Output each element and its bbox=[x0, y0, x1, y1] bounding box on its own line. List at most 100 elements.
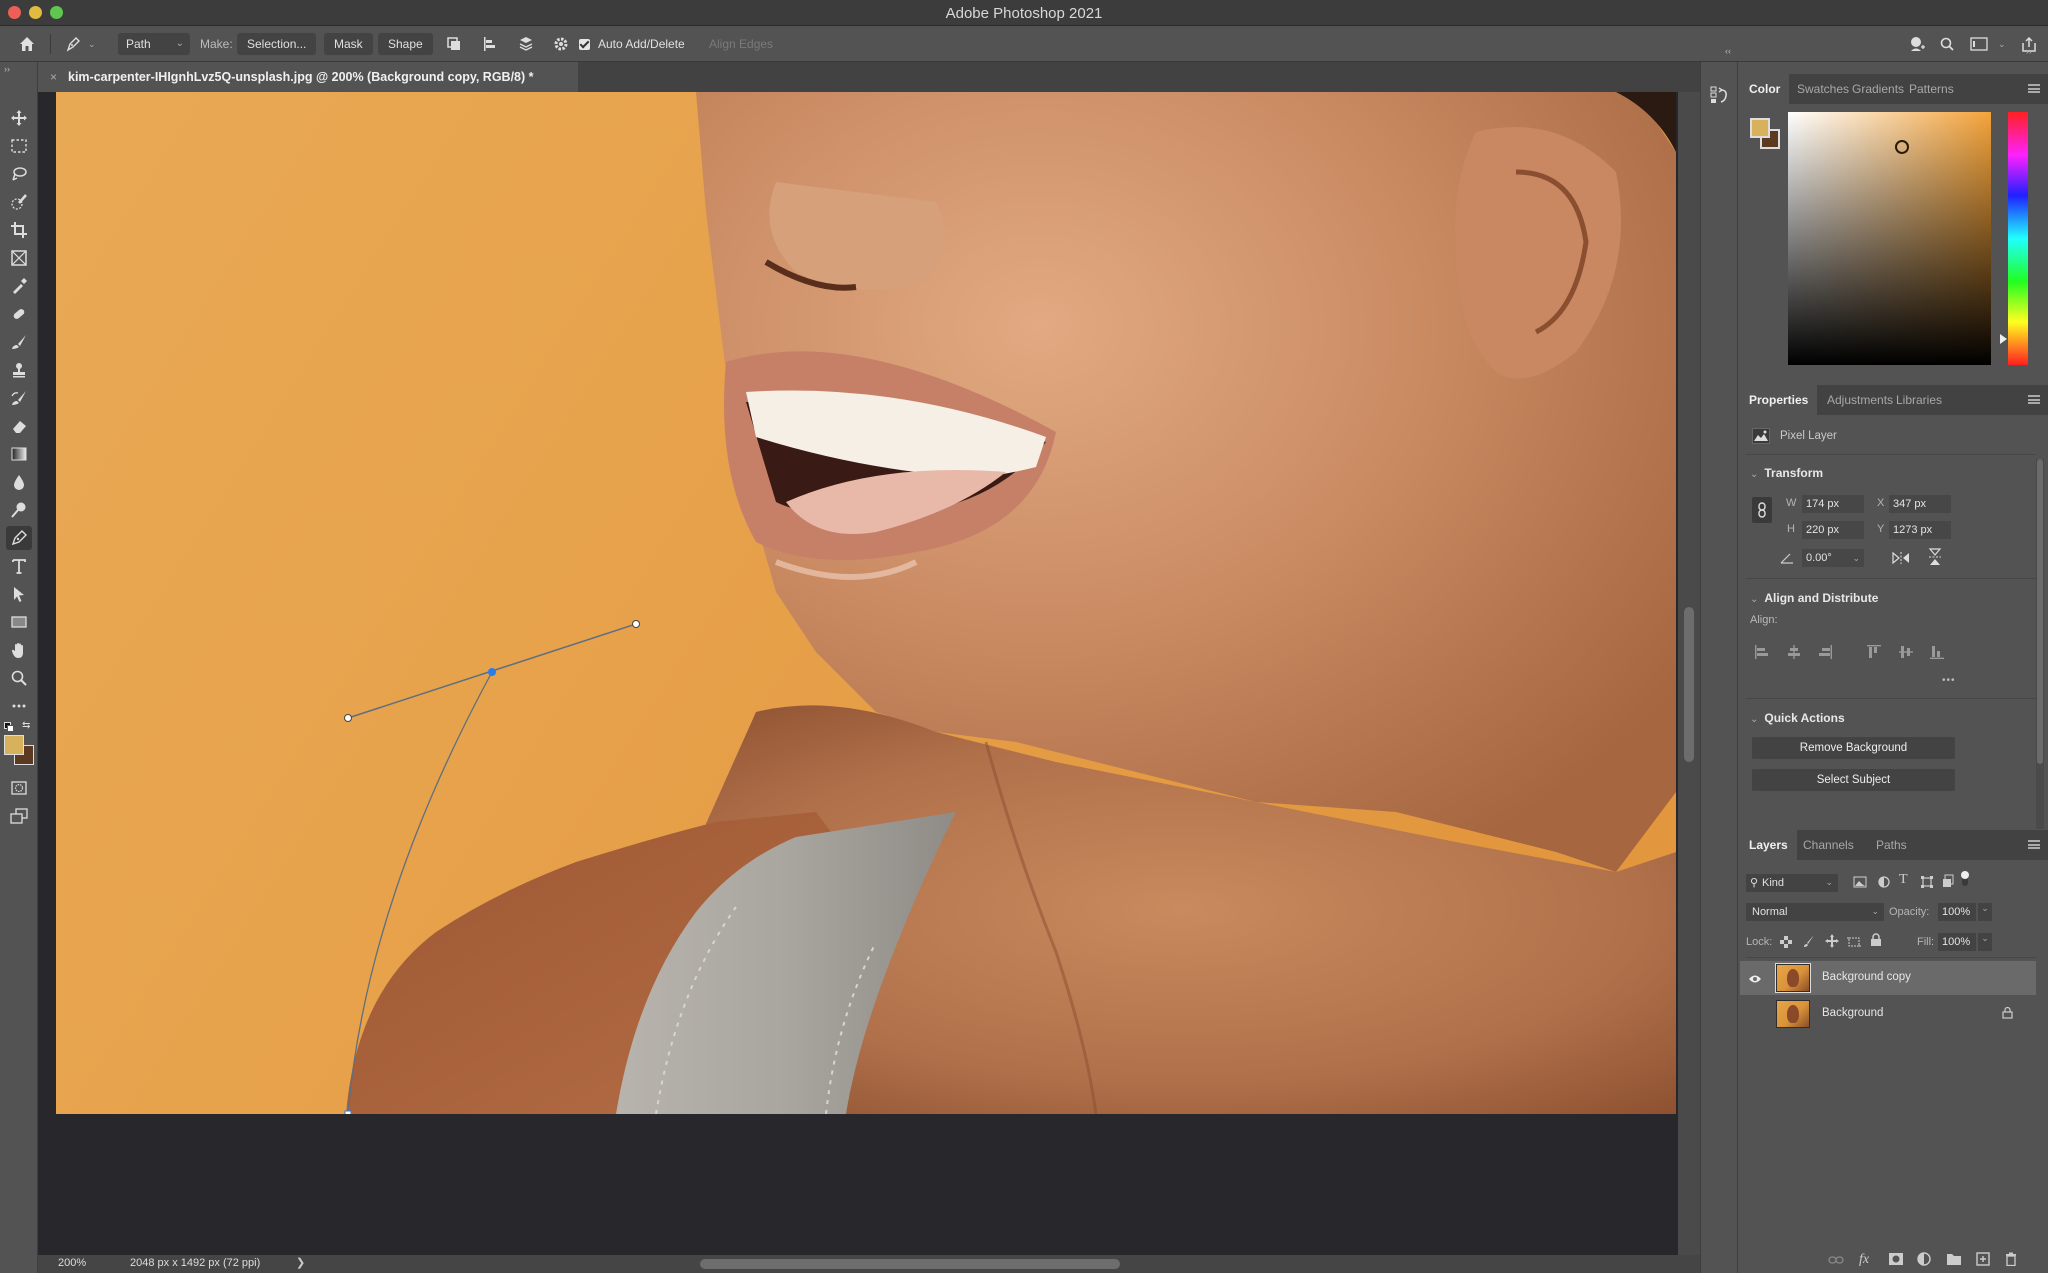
quick-selection-tool-icon[interactable] bbox=[6, 190, 32, 214]
link-dimensions-button[interactable] bbox=[1752, 497, 1772, 523]
tab-patterns[interactable]: Patterns bbox=[1900, 74, 1963, 104]
more-tools-icon[interactable] bbox=[6, 694, 32, 718]
horizontal-scroll-thumb[interactable] bbox=[700, 1259, 1120, 1269]
path-arrangement-icon[interactable] bbox=[515, 33, 537, 55]
select-subject-button[interactable]: Select Subject bbox=[1752, 769, 1955, 791]
type-tool-icon[interactable] bbox=[6, 554, 32, 578]
align-top-edges-icon[interactable] bbox=[1866, 644, 1882, 660]
color-swatches[interactable] bbox=[4, 735, 34, 765]
document-tab[interactable]: × kim-carpenter-IHIgnhLvz5Q-unsplash.jpg… bbox=[38, 62, 578, 92]
filter-type-icon[interactable]: T bbox=[1899, 872, 1908, 888]
color-picker-handle[interactable] bbox=[1895, 140, 1909, 154]
lock-all-icon[interactable] bbox=[1870, 933, 1882, 952]
path-operations-icon[interactable] bbox=[443, 33, 465, 55]
vertical-scrollbar[interactable] bbox=[1678, 92, 1700, 1255]
fill-dropdown-chevron-icon[interactable]: ⌄ bbox=[1978, 933, 1992, 951]
remove-background-button[interactable]: Remove Background bbox=[1752, 737, 1955, 759]
close-tab-icon[interactable]: × bbox=[50, 70, 57, 84]
link-layers-icon[interactable] bbox=[1828, 1252, 1844, 1268]
opacity-input[interactable]: 100% bbox=[1938, 903, 1976, 921]
default-colors-icon[interactable] bbox=[4, 722, 14, 732]
tab-paths[interactable]: Paths bbox=[1867, 830, 1916, 860]
align-section-header[interactable]: ⌄ Align and Distribute bbox=[1750, 591, 1878, 605]
status-info-menu-icon[interactable]: ❯ bbox=[296, 1256, 305, 1269]
quick-mask-icon[interactable] bbox=[6, 776, 32, 800]
lock-position-icon[interactable] bbox=[1825, 934, 1839, 953]
filter-toggle-icon[interactable] bbox=[1960, 870, 1970, 893]
rectangle-tool-icon[interactable] bbox=[6, 610, 32, 634]
healing-brush-tool-icon[interactable] bbox=[6, 302, 32, 326]
opacity-dropdown-chevron-icon[interactable]: ⌄ bbox=[1978, 903, 1992, 921]
share-user-icon[interactable] bbox=[1906, 33, 1928, 55]
marquee-tool-icon[interactable] bbox=[6, 134, 32, 158]
home-icon[interactable] bbox=[16, 33, 38, 55]
make-mask-button[interactable]: Mask bbox=[324, 33, 373, 55]
frame-tool-icon[interactable] bbox=[6, 246, 32, 270]
height-input[interactable]: 220 px bbox=[1802, 521, 1864, 539]
brush-tool-icon[interactable] bbox=[6, 330, 32, 354]
layer-name[interactable]: Background copy bbox=[1822, 971, 1911, 983]
vertical-scroll-thumb[interactable] bbox=[1684, 607, 1694, 762]
flip-vertical-icon[interactable] bbox=[1928, 548, 1942, 571]
dodge-tool-icon[interactable] bbox=[6, 498, 32, 522]
gear-icon[interactable] bbox=[550, 33, 572, 55]
align-left-edges-icon[interactable] bbox=[1754, 644, 1770, 660]
panel-menu-icon[interactable] bbox=[2028, 840, 2040, 849]
new-group-folder-icon[interactable] bbox=[1946, 1252, 1962, 1268]
swap-colors-icon[interactable]: ⇆ bbox=[22, 720, 30, 731]
properties-scroll-thumb[interactable] bbox=[2037, 459, 2043, 764]
zoom-tool-icon[interactable] bbox=[6, 666, 32, 690]
blur-tool-icon[interactable] bbox=[6, 470, 32, 494]
hue-slider[interactable] bbox=[2008, 112, 2028, 365]
expand-panels-icon[interactable]: ›› bbox=[2026, 46, 2032, 56]
workspace-icon[interactable] bbox=[1968, 33, 1990, 55]
foreground-color-swatch[interactable] bbox=[4, 735, 24, 755]
document-canvas-image[interactable] bbox=[56, 92, 1676, 1114]
more-options-icon[interactable]: ••• bbox=[1942, 675, 1956, 686]
tool-mode-select[interactable]: Path ⌄ bbox=[118, 33, 190, 55]
angle-input[interactable]: 0.00° ⌄ bbox=[1802, 549, 1864, 567]
collapse-panels-icon[interactable]: ‹‹ bbox=[1725, 46, 1731, 56]
path-selection-tool-icon[interactable] bbox=[6, 582, 32, 606]
align-vertical-centers-icon[interactable] bbox=[1898, 644, 1914, 660]
history-brush-tool-icon[interactable] bbox=[6, 386, 32, 410]
lock-artboard-icon[interactable] bbox=[1847, 935, 1861, 953]
filter-pixel-icon[interactable] bbox=[1853, 875, 1867, 893]
history-panel-icon[interactable] bbox=[1709, 84, 1731, 106]
lasso-tool-icon[interactable] bbox=[6, 162, 32, 186]
hand-tool-icon[interactable] bbox=[6, 638, 32, 662]
visibility-eye-icon[interactable] bbox=[1748, 971, 1762, 989]
x-input[interactable]: 347 px bbox=[1889, 495, 1951, 513]
layer-style-fx-icon[interactable]: fx bbox=[1859, 1252, 1875, 1268]
color-field[interactable] bbox=[1788, 112, 1991, 365]
move-tool-icon[interactable] bbox=[6, 106, 32, 130]
filter-smart-object-icon[interactable] bbox=[1942, 874, 1954, 893]
align-right-edges-icon[interactable] bbox=[1817, 644, 1833, 660]
tab-channels[interactable]: Channels bbox=[1794, 830, 1863, 860]
crop-tool-icon[interactable] bbox=[6, 218, 32, 242]
new-layer-icon[interactable] bbox=[1976, 1252, 1992, 1268]
hue-slider-handle[interactable] bbox=[2000, 334, 2007, 344]
y-input[interactable]: 1273 px bbox=[1889, 521, 1951, 539]
panel-menu-icon[interactable] bbox=[2028, 395, 2040, 404]
auto-add-delete-checkbox[interactable]: Auto Add/Delete bbox=[579, 33, 685, 55]
layer-row[interactable]: Background bbox=[1740, 997, 2036, 1031]
pen-tool-preset-icon[interactable] bbox=[62, 33, 84, 55]
width-input[interactable]: 174 px bbox=[1802, 495, 1864, 513]
layer-lock-icon[interactable] bbox=[2002, 1006, 2013, 1024]
collapse-toolbar-icon[interactable]: ›› bbox=[4, 64, 10, 74]
tab-properties[interactable]: Properties bbox=[1740, 385, 1818, 415]
tab-layers[interactable]: Layers bbox=[1740, 830, 1797, 860]
search-icon[interactable] bbox=[1936, 33, 1958, 55]
quick-actions-section-header[interactable]: ⌄ Quick Actions bbox=[1750, 711, 1845, 725]
fill-input[interactable]: 100% bbox=[1938, 933, 1976, 951]
layer-row[interactable]: Background copy bbox=[1740, 961, 2036, 995]
lock-image-pixels-icon[interactable] bbox=[1803, 934, 1815, 953]
new-adjustment-layer-icon[interactable] bbox=[1917, 1252, 1933, 1268]
eyedropper-tool-icon[interactable] bbox=[6, 274, 32, 298]
gradient-tool-icon[interactable] bbox=[6, 442, 32, 466]
flip-horizontal-icon[interactable] bbox=[1892, 551, 1910, 570]
align-edges-checkbox[interactable]: Align Edges bbox=[709, 33, 773, 55]
path-alignment-icon[interactable] bbox=[479, 33, 501, 55]
filter-shape-icon[interactable] bbox=[1921, 875, 1933, 893]
